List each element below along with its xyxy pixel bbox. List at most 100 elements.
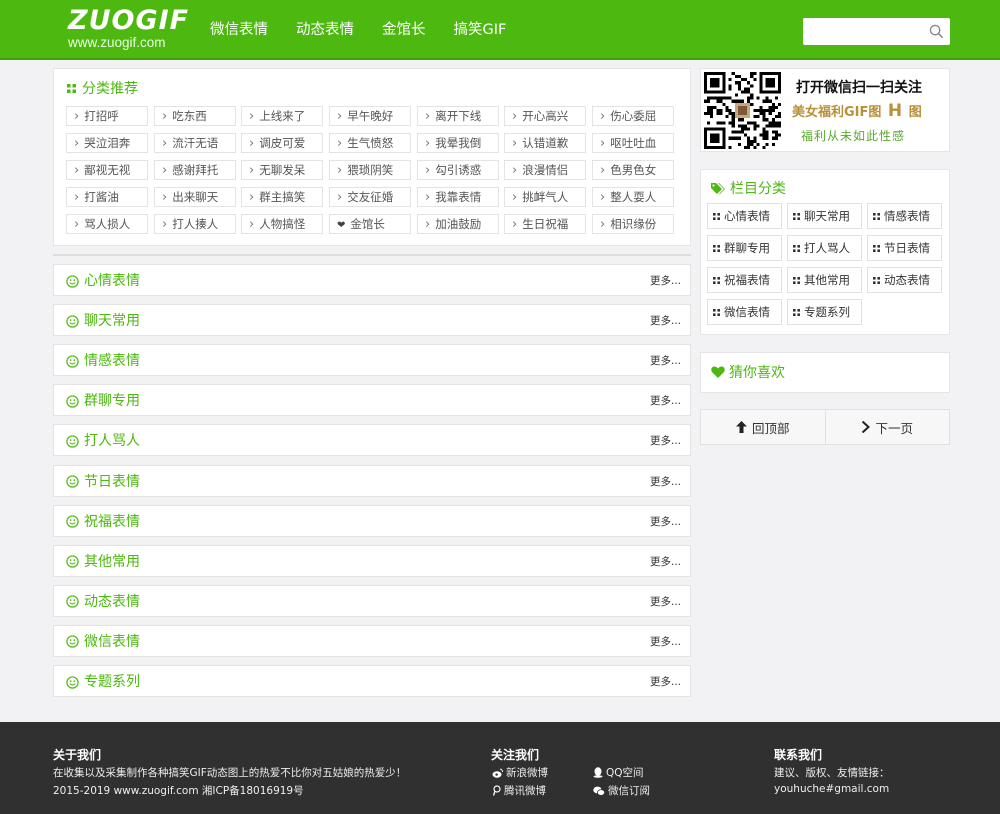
category-tag[interactable]: › 无聊发呆 [241,160,323,180]
section-more-link[interactable]: 更多... [650,385,681,417]
category-tag[interactable]: › 开心高兴 [504,106,586,126]
section-title[interactable]: 群聊专用 [66,385,140,417]
category-tag[interactable]: › 加油鼓励 [417,214,499,234]
category-tag[interactable]: ❤ 金馆长 [329,214,411,234]
category-tag[interactable]: › 浪漫情侣 [504,160,586,180]
category-tag[interactable]: › 交友征婚 [329,187,411,207]
section-more-link[interactable]: 更多... [650,425,681,457]
footer-link-qzone[interactable]: QQ空间 [593,765,644,780]
column-category-item[interactable]: 打人骂人 [787,235,862,261]
search-input[interactable] [803,18,921,45]
logo-domain: www.zuogif.com [68,35,166,50]
category-tag[interactable]: › 生日祝福 [504,214,586,234]
footer-contact-email[interactable]: youhuche#gmail.com [774,783,889,795]
section-title[interactable]: 动态表情 [66,586,140,618]
heart-icon: ❤ [337,220,346,231]
column-category-item[interactable]: 聊天常用 [787,203,862,229]
column-category-item[interactable]: 专题系列 [787,299,862,325]
column-category-label: 聊天常用 [804,209,850,223]
chevron-right-icon: › [249,163,255,178]
category-tag[interactable]: › 我晕我倒 [417,133,499,153]
divider [53,254,691,256]
chevron-right-icon: › [512,109,518,124]
section-title[interactable]: 其他常用 [66,546,140,578]
category-tag[interactable]: › 伤心委屈 [592,106,674,126]
section-title[interactable]: 情感表情 [66,345,140,377]
category-tag-label: 我靠表情 [435,190,482,204]
category-tag[interactable]: › 认错道歉 [504,133,586,153]
section-more-link[interactable]: 更多... [650,666,681,698]
nav-item-gaoxiao-gif[interactable]: 搞笑GIF [440,0,521,60]
chevron-right-icon: › [600,109,606,124]
column-category-item[interactable]: 微信表情 [707,299,782,325]
category-tag[interactable]: › 骂人损人 [66,214,148,234]
site-logo[interactable]: ZUOGIF www.zuogif.com [68,6,188,54]
section-more-link[interactable]: 更多... [650,265,681,297]
footer-link-weibo[interactable]: 新浪微博 [492,765,548,780]
section-title[interactable]: 专题系列 [66,666,140,698]
column-category-item[interactable]: 群聊专用 [707,235,782,261]
category-tag[interactable]: › 猥琐阴笑 [329,160,411,180]
category-tag[interactable]: › 打招呼 [66,106,148,126]
column-category-item[interactable]: 节日表情 [867,235,942,261]
nav-item-dongtai[interactable]: 动态表情 [282,0,368,60]
search-button[interactable] [922,18,950,45]
category-tag[interactable]: › 出来聊天 [154,187,236,207]
category-tag-label: 开心高兴 [522,109,569,123]
section-more-link[interactable]: 更多... [650,626,681,658]
nav-item-weixin[interactable]: 微信表情 [196,0,282,60]
section-more-link[interactable]: 更多... [650,305,681,337]
category-tag[interactable]: › 挑衅气人 [504,187,586,207]
footer-link-tencent-weibo[interactable]: 腾讯微博 [492,783,546,798]
category-tag[interactable]: › 鄙视无视 [66,160,148,180]
column-category-item[interactable]: 其他常用 [787,267,862,293]
category-tag[interactable]: › 离开下线 [417,106,499,126]
section-title[interactable]: 聊天常用 [66,305,140,337]
section-more-link[interactable]: 更多... [650,546,681,578]
category-tag[interactable]: › 群主搞笑 [241,187,323,207]
category-tag[interactable]: › 人物搞怪 [241,214,323,234]
column-category-item[interactable]: 动态表情 [867,267,942,293]
category-tag[interactable]: › 打人揍人 [154,214,236,234]
section-more-link[interactable]: 更多... [650,345,681,377]
footer-link-wechat[interactable]: 微信订阅 [593,783,650,798]
category-tag[interactable]: › 呕吐吐血 [592,133,674,153]
category-tag-label: 群主搞笑 [259,190,306,204]
section-row: 情感表情 更多... [53,344,691,377]
category-tag[interactable]: › 上线来了 [241,106,323,126]
column-category-item[interactable]: 祝福表情 [707,267,782,293]
category-tag[interactable]: › 我靠表情 [417,187,499,207]
section-title[interactable]: 祝福表情 [66,506,140,538]
back-to-top-button[interactable]: 回顶部 [701,410,825,444]
category-tag[interactable]: › 吃东西 [154,106,236,126]
category-tag[interactable]: › 哭泣泪奔 [66,133,148,153]
grid-icon [873,213,880,220]
category-tag-label: 打招呼 [84,109,119,123]
category-tag[interactable]: › 调皮可爱 [241,133,323,153]
category-tag[interactable]: › 生气愤怒 [329,133,411,153]
site-header: ZUOGIF www.zuogif.com 微信表情 动态表情 金馆长 搞笑GI… [0,0,1000,60]
section-title[interactable]: 微信表情 [66,626,140,658]
section-more-link[interactable]: 更多... [650,466,681,498]
section-title[interactable]: 打人骂人 [66,425,140,457]
nav-item-jinguanzhang[interactable]: 金馆长 [368,0,440,60]
smile-icon [66,475,79,488]
category-tag[interactable]: › 相识缘份 [592,214,674,234]
section-title[interactable]: 心情表情 [66,265,140,297]
section-row: 祝福表情 更多... [53,504,691,538]
category-tag[interactable]: › 整人耍人 [592,187,674,207]
column-category-item[interactable]: 心情表情 [707,203,782,229]
next-page-button[interactable]: 下一页 [824,410,950,444]
category-tag[interactable]: › 勾引诱惑 [417,160,499,180]
category-tag[interactable]: › 色男色女 [592,160,674,180]
column-category-item[interactable]: 情感表情 [867,203,942,229]
category-tag[interactable]: › 早午晚好 [329,106,411,126]
section-title[interactable]: 节日表情 [66,466,140,498]
chevron-right-icon: › [425,190,431,205]
category-tag[interactable]: › 感谢拜托 [154,160,236,180]
section-more-link[interactable]: 更多... [650,586,681,618]
category-tag[interactable]: › 打酱油 [66,187,148,207]
category-tag[interactable]: › 流汗无语 [154,133,236,153]
category-tag-label: 呕吐吐血 [610,136,657,150]
section-more-link[interactable]: 更多... [650,506,681,538]
